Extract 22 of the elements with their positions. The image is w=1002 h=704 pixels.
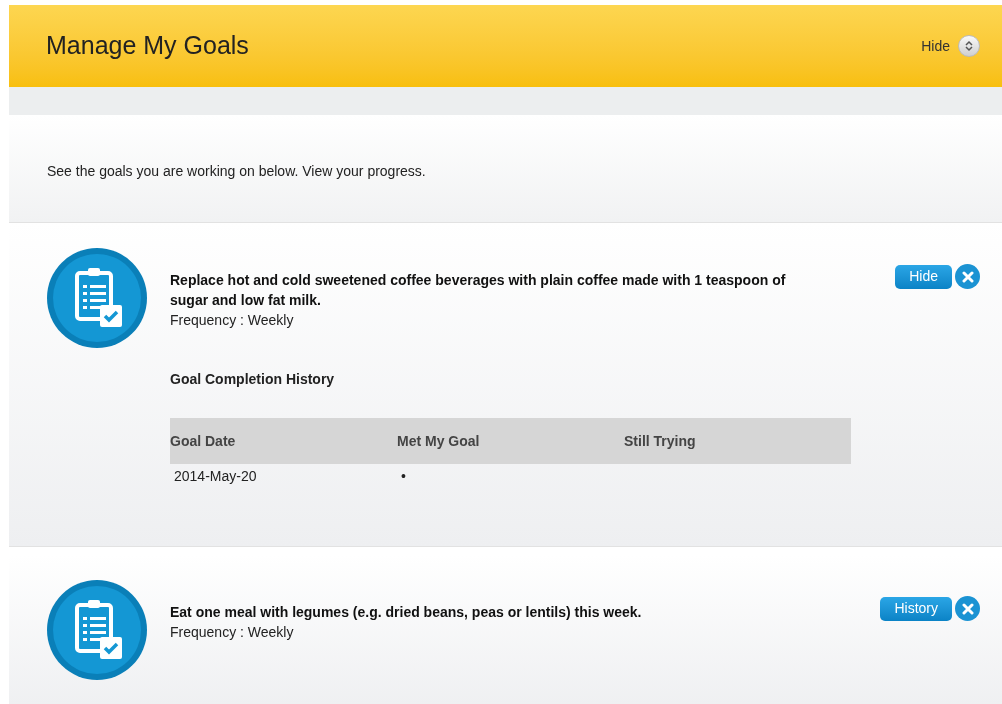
goal-frequency: Frequency : Weekly	[170, 311, 295, 330]
column-header: Met My Goal	[397, 431, 481, 451]
goal-frequency: Frequency : Weekly	[170, 623, 295, 642]
close-button[interactable]	[955, 596, 980, 621]
clipboard-check-icon	[46, 579, 148, 681]
collapse-toggle-icon[interactable]	[958, 35, 980, 57]
clipboard-check-icon	[46, 247, 148, 349]
hide-button[interactable]: Hide	[895, 264, 952, 289]
close-icon	[961, 602, 974, 615]
table-cell: 2014-May-20	[174, 468, 257, 484]
goal-text: Eat one meal with legumes (e.g. dried beans, peas or lentils) this week.	[170, 603, 643, 622]
history-button[interactable]: History	[880, 596, 952, 621]
column-header: Goal Date	[170, 431, 237, 451]
close-button[interactable]	[955, 264, 980, 289]
column-header: Still Trying	[624, 431, 697, 451]
page-title: Manage My Goals	[46, 30, 249, 62]
history-title: Goal Completion History	[170, 370, 336, 389]
intro-text: See the goals you are working on below. View your progress.	[47, 161, 426, 181]
hide-label: Hide	[921, 36, 950, 56]
goal-text: Replace hot and cold sweetened coffee beverages with plain coffee made with 1 teaspoon of sugar and low fat milk.	[170, 271, 787, 310]
close-icon	[961, 270, 974, 283]
table-cell: •	[401, 468, 406, 484]
